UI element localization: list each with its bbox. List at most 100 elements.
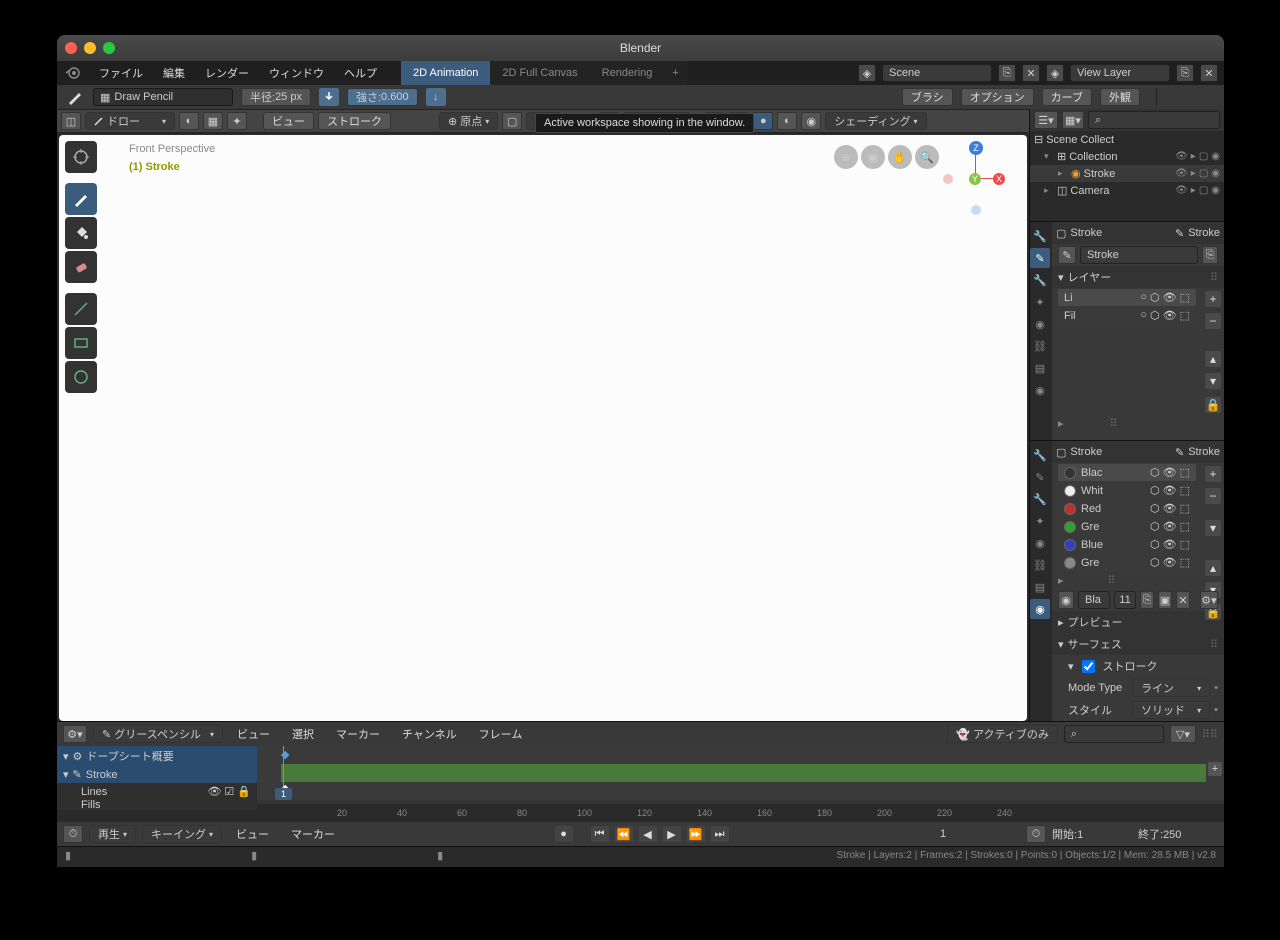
- line-tool[interactable]: [65, 293, 97, 325]
- checkbox-icon[interactable]: ☑: [224, 785, 234, 798]
- shade-solid-icon[interactable]: ●: [753, 112, 773, 130]
- axis-neg-icon[interactable]: [971, 205, 981, 215]
- chevron-right-icon[interactable]: ▸: [1044, 185, 1054, 196]
- material-users[interactable]: 11: [1114, 591, 1136, 609]
- minimize-icon[interactable]: [84, 42, 96, 54]
- material-name-field[interactable]: Bla: [1078, 591, 1110, 609]
- material-row[interactable]: Red⬡👁⬚: [1058, 500, 1196, 517]
- tab-rendering[interactable]: Rendering: [590, 61, 665, 85]
- screen-icon[interactable]: ▢: [1199, 185, 1208, 196]
- scene-field[interactable]: Scene: [882, 64, 992, 82]
- cursor-tool[interactable]: [65, 141, 97, 173]
- brush-dropdown[interactable]: ブラシ: [902, 88, 953, 106]
- autokey-button[interactable]: ●: [555, 826, 573, 842]
- outliner-display-icon[interactable]: ▦▾: [1062, 111, 1084, 129]
- eye-icon[interactable]: 👁: [1163, 291, 1177, 304]
- viewlayer-delete-icon[interactable]: ✕: [1200, 64, 1218, 82]
- dope-filter-icon[interactable]: ▽▾: [1170, 725, 1196, 743]
- jump-start-button[interactable]: ⏮: [591, 826, 609, 842]
- axis-z-icon[interactable]: Z: [969, 141, 983, 155]
- menu-edit[interactable]: 編集: [155, 63, 193, 83]
- chevron-right-icon[interactable]: ▸: [1058, 417, 1064, 430]
- snap-icon[interactable]: ◐: [179, 112, 199, 130]
- axis-x-icon[interactable]: X: [993, 173, 1005, 185]
- fill-tool[interactable]: [65, 217, 97, 249]
- options-dropdown[interactable]: オプション: [961, 88, 1034, 106]
- menu-file[interactable]: ファイル: [91, 63, 151, 83]
- axis-neg-icon[interactable]: [943, 174, 953, 184]
- proptab-material-icon[interactable]: ◉: [1030, 380, 1050, 400]
- viewlayer-field[interactable]: View Layer: [1070, 64, 1170, 82]
- chevron-down-icon[interactable]: ▾: [1044, 151, 1054, 162]
- shade-rendered-icon[interactable]: ◉: [801, 112, 821, 130]
- scene-browse-icon[interactable]: ◈: [858, 64, 876, 82]
- style-select[interactable]: ソリッド▾: [1132, 701, 1210, 719]
- brush-select[interactable]: ▦ Draw Pencil: [93, 88, 233, 106]
- proptab-material-icon[interactable]: ◉: [1030, 599, 1050, 619]
- dope-select-menu[interactable]: 選択: [284, 724, 322, 744]
- screen-icon[interactable]: ▢: [1199, 168, 1208, 179]
- start-frame-field[interactable]: 開始:1: [1052, 826, 1132, 842]
- mask-icon[interactable]: ○: [1140, 309, 1147, 322]
- onion-icon[interactable]: ⬡: [1150, 291, 1160, 304]
- viewlayer-new-icon[interactable]: ⎘: [1176, 64, 1194, 82]
- material-row[interactable]: Blue⬡👁⬚: [1058, 536, 1196, 553]
- guide-icon[interactable]: ✦: [227, 112, 247, 130]
- dope-marker-menu[interactable]: マーカー: [328, 724, 388, 744]
- appearance-dropdown[interactable]: 外観: [1100, 88, 1140, 106]
- outliner-camera-row[interactable]: ▸ ◫ Camera 👁▸▢◉: [1030, 182, 1224, 199]
- proptab-physics-icon[interactable]: ◉: [1030, 533, 1050, 553]
- stroke-checkbox[interactable]: [1082, 660, 1095, 673]
- proptab-object-icon[interactable]: ✎: [1030, 248, 1050, 268]
- screen-icon[interactable]: ▢: [1199, 151, 1208, 162]
- material-row[interactable]: Whit⬡👁⬚: [1058, 482, 1196, 499]
- layer-down-button[interactable]: ▾: [1205, 373, 1221, 389]
- material-remove-button[interactable]: −: [1205, 488, 1221, 504]
- active-only-toggle[interactable]: 👻 アクティブのみ: [947, 725, 1058, 743]
- nav-zoom-icon[interactable]: 🔍: [915, 145, 939, 169]
- outliner-search[interactable]: ⌕: [1088, 111, 1220, 129]
- dopesheet-type-icon[interactable]: ⚙▾: [63, 725, 87, 743]
- material-row[interactable]: Blac⬡👁⬚: [1058, 464, 1196, 481]
- drag-icon[interactable]: ⠿: [1210, 638, 1218, 651]
- axis-y-icon[interactable]: Y: [969, 173, 981, 185]
- menu-window[interactable]: ウィンドウ: [261, 63, 332, 83]
- preview-range-icon[interactable]: ⏱: [1026, 825, 1046, 843]
- proptab-constraint-icon[interactable]: ⛓: [1030, 555, 1050, 575]
- camera-icon[interactable]: ◉: [1211, 168, 1220, 179]
- axis-gizmo[interactable]: Z Y X: [949, 141, 997, 219]
- layer-add-button[interactable]: +: [1205, 291, 1221, 307]
- strength-field[interactable]: 強さ: 0.600: [347, 88, 418, 106]
- grid-icon[interactable]: ▦: [203, 112, 223, 130]
- material-menu-button[interactable]: ▾: [1205, 520, 1221, 536]
- draw-tool[interactable]: [65, 183, 97, 215]
- dope-track-lines[interactable]: Lines👁☑🔒: [57, 783, 257, 800]
- tab-2d-full-canvas[interactable]: 2D Full Canvas: [490, 61, 589, 85]
- layer-row-fills[interactable]: Fil ○⬡👁⬚: [1058, 307, 1196, 324]
- material-row[interactable]: Gre⬡👁⬚: [1058, 518, 1196, 535]
- proptab-tool-icon[interactable]: 🔧: [1030, 226, 1050, 246]
- proptab-object-icon[interactable]: ✎: [1030, 467, 1050, 487]
- tab-add-button[interactable]: +: [664, 61, 686, 85]
- proptab-physics-icon[interactable]: ◉: [1030, 314, 1050, 334]
- cursor-icon[interactable]: ▸: [1191, 168, 1196, 179]
- eye-icon[interactable]: 👁: [207, 785, 221, 798]
- keyframe-icon[interactable]: ◆: [281, 748, 289, 761]
- dope-object-row[interactable]: ▾✎Stroke: [57, 766, 257, 783]
- play-reverse-button[interactable]: ◀: [639, 826, 657, 842]
- proptab-data-icon[interactable]: ▤: [1030, 577, 1050, 597]
- dope-summary-row[interactable]: ▾⚙ドープシート概要: [57, 746, 257, 766]
- nav-pan-icon[interactable]: ✋: [888, 145, 912, 169]
- jump-end-button[interactable]: ⏭: [711, 826, 729, 842]
- proptab-tool-icon[interactable]: 🔧: [1030, 445, 1050, 465]
- blender-logo-icon[interactable]: [63, 64, 81, 82]
- prev-key-button[interactable]: ⏪: [615, 826, 633, 842]
- dope-track-fills[interactable]: Fills: [57, 800, 257, 810]
- outliner-stroke-row[interactable]: ▸ ◉ Stroke 👁▸▢◉: [1030, 165, 1224, 182]
- datablock-name-field[interactable]: Stroke: [1080, 246, 1198, 264]
- shade-matprev-icon[interactable]: ◐: [777, 112, 797, 130]
- proptab-fx-icon[interactable]: ✦: [1030, 292, 1050, 312]
- stroke-menu[interactable]: ストローク: [318, 112, 391, 130]
- dope-frame-menu[interactable]: フレーム: [471, 724, 531, 744]
- menu-render[interactable]: レンダー: [197, 63, 257, 83]
